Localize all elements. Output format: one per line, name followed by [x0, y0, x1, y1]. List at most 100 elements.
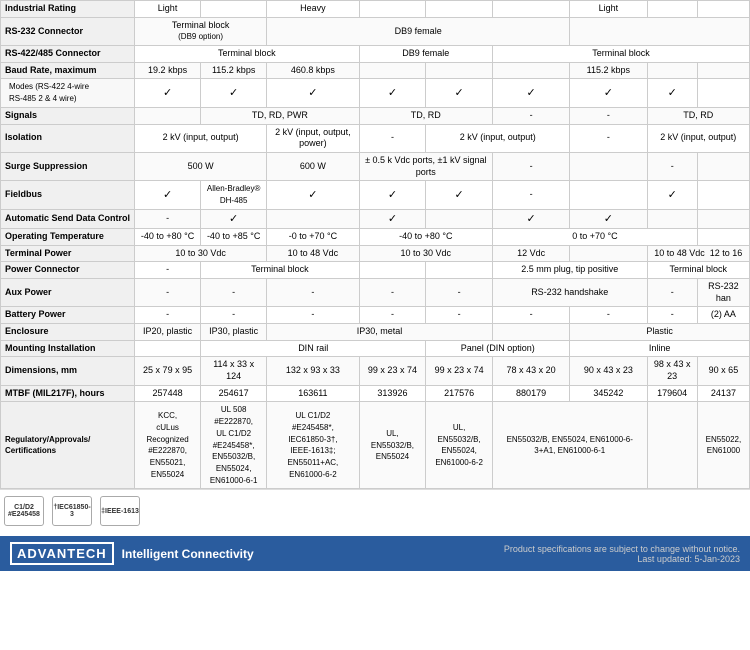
table-row: Industrial Rating Light Heavy Light — [1, 1, 750, 18]
table-cell: 880179 — [492, 385, 569, 402]
footer: ADVANTECH Intelligent Connectivity Produ… — [0, 536, 750, 571]
table-row: Regulatory/Approvals/Certifications KCC,… — [1, 402, 750, 489]
row-label: Regulatory/Approvals/Certifications — [1, 402, 135, 489]
table-cell: 24137 — [697, 385, 749, 402]
table-cell: -40 to +85 °C — [201, 228, 267, 245]
table-cell: 345242 — [570, 385, 647, 402]
table-cell: Terminal block — [492, 46, 749, 63]
table-cell: 257448 — [135, 385, 201, 402]
table-cell: - — [426, 307, 493, 324]
table-cell: ✓ — [426, 79, 493, 107]
table-cell: IP20, plastic — [135, 324, 201, 341]
table-cell: 115.2 kbps — [201, 62, 267, 79]
badge-ieee: ‡IEEE-1613 — [100, 496, 140, 526]
table-cell — [492, 1, 569, 18]
table-cell: -40 to +80 °C — [135, 228, 201, 245]
table-cell: - — [570, 124, 647, 152]
row-label: Aux Power — [1, 278, 135, 306]
footer-disclaimer: Product specifications are subject to ch… — [504, 544, 740, 554]
row-label: Isolation — [1, 124, 135, 152]
footer-updated: Last updated: 5-Jan-2023 — [504, 554, 740, 564]
table-row: Dimensions, mm 25 x 79 x 95 114 x 33 x 1… — [1, 357, 750, 385]
footer-tagline: Intelligent Connectivity — [122, 547, 254, 561]
table-cell: 600 W — [267, 152, 359, 180]
table-cell: - — [135, 209, 201, 228]
table-cell: UL,EN55032/B,EN55024 — [359, 402, 426, 489]
table-cell: - — [201, 278, 267, 306]
row-label: Fieldbus — [1, 181, 135, 209]
table-cell: 132 x 93 x 33 — [267, 357, 359, 385]
table-cell — [697, 1, 749, 18]
table-cell — [647, 1, 697, 18]
table-cell: 179604 — [647, 385, 697, 402]
table-cell: 163611 — [267, 385, 359, 402]
table-cell: - — [135, 278, 201, 306]
table-cell: 19.2 kbps — [135, 62, 201, 79]
table-row: Signals TD, RD, PWR TD, RD - - TD, RD — [1, 107, 750, 124]
table-cell: IP30, plastic — [201, 324, 267, 341]
table-cell: ✓ — [570, 79, 647, 107]
table-cell: - — [359, 124, 426, 152]
table-cell — [426, 262, 493, 279]
table-cell: 2 kV (input, output, power) — [267, 124, 359, 152]
table-row: Automatic Send Data Control - ✓ ✓ ✓ ✓ — [1, 209, 750, 228]
table-cell: Terminal block — [135, 46, 360, 63]
row-label: Mounting Installation — [1, 340, 135, 357]
table-cell: 12 Vdc — [492, 245, 569, 262]
table-row: MTBF (MIL217F), hours 257448 254617 1636… — [1, 385, 750, 402]
row-label: Battery Power — [1, 307, 135, 324]
table-cell: ± 0.5 k Vdc ports, ±1 kV signal ports — [359, 152, 492, 180]
table-row: Modes (RS-422 4-wireRS-485 2 & 4 wire) ✓… — [1, 79, 750, 107]
badge-section: C1/D2#E245458 †IEC61850-3 ‡IEEE-1613 — [0, 489, 750, 532]
table-cell — [359, 262, 426, 279]
table-row: Battery Power - - - - - - - - (2) AA — [1, 307, 750, 324]
table-cell: - — [267, 278, 359, 306]
table-cell: 90 x 65 — [697, 357, 749, 385]
table-cell: IP30, metal — [267, 324, 493, 341]
table-cell: (2) AA — [697, 307, 749, 324]
footer-logo: ADVANTECH — [10, 542, 114, 565]
table-cell: ✓ — [647, 181, 697, 209]
spec-table: Industrial Rating Light Heavy Light RS-2… — [0, 0, 750, 489]
table-cell: EN55032/B, EN55024, EN61000-6-3+A1, EN61… — [492, 402, 647, 489]
table-cell: 90 x 43 x 23 — [570, 357, 647, 385]
table-cell: KCC,cULus Recognized#E222870,EN55021,EN5… — [135, 402, 201, 489]
table-cell — [697, 209, 749, 228]
row-label: Power Connector — [1, 262, 135, 279]
table-cell: UL 508 #E222870,UL C1/D2#E245458*,EN5503… — [201, 402, 267, 489]
table-cell: 500 W — [135, 152, 267, 180]
table-cell: - — [426, 278, 493, 306]
table-cell: Light — [135, 1, 201, 18]
table-cell: UL,EN55032/B,EN55024,EN61000-6-2 — [426, 402, 493, 489]
table-cell — [570, 17, 750, 45]
table-cell: 99 x 23 x 74 — [359, 357, 426, 385]
table-cell — [570, 245, 647, 262]
table-cell: 99 x 23 x 74 — [426, 357, 493, 385]
table-cell: - — [359, 278, 426, 306]
table-cell — [135, 340, 201, 357]
table-cell: - — [492, 107, 569, 124]
row-label: Modes (RS-422 4-wireRS-485 2 & 4 wire) — [1, 79, 135, 107]
table-cell: 2 kV (input, output) — [135, 124, 267, 152]
row-label: Automatic Send Data Control — [1, 209, 135, 228]
table-cell: ✓ — [135, 181, 201, 209]
table-cell: TD, RD, PWR — [201, 107, 360, 124]
row-label: Dimensions, mm — [1, 357, 135, 385]
table-cell: ✓ — [359, 209, 426, 228]
row-label: Surge Suppression — [1, 152, 135, 180]
table-row: Aux Power - - - - - RS-232 handshake - R… — [1, 278, 750, 306]
table-cell: - — [359, 307, 426, 324]
badge-iec: †IEC61850-3 — [52, 496, 92, 526]
table-cell: 25 x 79 x 95 — [135, 357, 201, 385]
table-cell: 254617 — [201, 385, 267, 402]
table-cell: - — [135, 307, 201, 324]
table-cell: ✓ — [201, 79, 267, 107]
table-cell — [697, 181, 749, 209]
table-cell: - — [201, 307, 267, 324]
table-cell: - — [267, 307, 359, 324]
table-row: Enclosure IP20, plastic IP30, plastic IP… — [1, 324, 750, 341]
table-cell: ✓ — [492, 79, 569, 107]
table-cell — [647, 62, 697, 79]
row-label: Signals — [1, 107, 135, 124]
row-label: Baud Rate, maximum — [1, 62, 135, 79]
